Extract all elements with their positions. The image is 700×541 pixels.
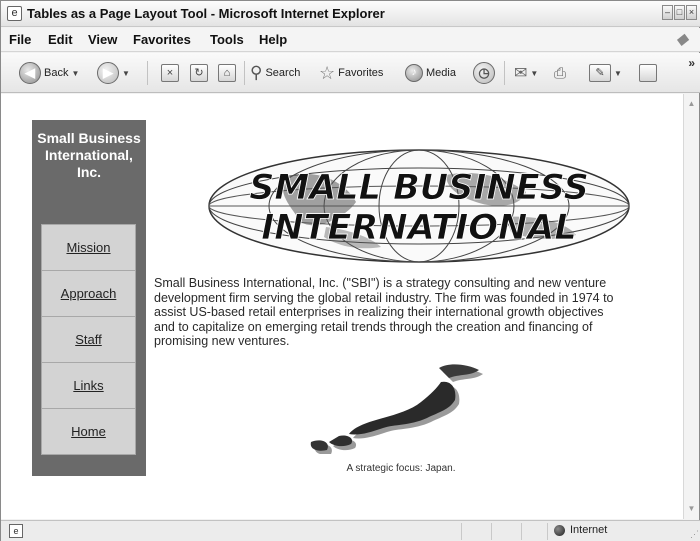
zone-label: Internet [570,524,608,536]
toolbar-separator [147,61,148,85]
discuss-button[interactable] [639,61,657,85]
toolbar-separator [504,61,505,85]
intro-paragraph: Small Business International, Inc. ("SBI… [154,276,614,348]
back-button[interactable]: ◀ Back ▼ [19,61,79,85]
media-button[interactable]: ♪ Media [405,61,456,85]
toolbar-overflow-chevron[interactable]: » [688,56,695,70]
media-icon: ♪ [405,64,423,82]
title-bar: e Tables as a Page Layout Tool - Microso… [1,1,700,27]
status-divider [521,523,522,540]
security-zone: Internet [554,524,607,536]
home-icon: ⌂ [218,64,236,82]
page-content: Small Business International, Inc. Missi… [1,94,685,519]
media-label: Media [426,67,456,79]
standard-toolbar: ◀ Back ▼ ▶ ▼ × ↻ ⌂ ⚲ Search ☆ Favorites … [1,53,700,93]
menu-edit[interactable]: Edit [48,32,73,47]
image-caption: A strategic focus: Japan. [346,463,456,474]
printer-icon: ⎙ [554,64,567,82]
stop-icon: × [161,64,179,82]
search-icon: ⚲ [250,63,263,82]
refresh-button[interactable]: ↻ [190,61,208,85]
scroll-up-icon[interactable]: ▲ [684,96,699,112]
vertical-scrollbar[interactable]: ▲ ▼ [683,94,699,519]
mail-dropdown-icon[interactable]: ▼ [530,69,538,78]
menu-file[interactable]: File [9,32,31,47]
back-arrow-icon: ◀ [19,62,41,84]
browser-window: e Tables as a Page Layout Tool - Microso… [0,0,700,541]
internet-globe-icon [554,524,565,536]
maximize-button[interactable]: □ [674,5,685,20]
edit-icon: ✎ [589,64,611,82]
ie-page-icon: e [7,6,22,21]
menu-view[interactable]: View [88,32,117,47]
logo-line-1: SMALL BUSINESS [249,168,589,208]
japan-map-image [310,364,483,454]
history-button[interactable]: ◷ [473,61,495,85]
window-title: Tables as a Page Layout Tool - Microsoft… [27,6,385,21]
page-status-icon: e [9,524,23,538]
resize-grip-icon[interactable]: ⋰ [690,529,699,540]
favorites-label: Favorites [338,67,384,79]
menu-bar: File Edit View Favorites Tools Help ◆ [1,28,700,52]
status-divider [461,523,462,540]
scroll-down-icon[interactable]: ▼ [684,501,699,517]
status-divider [491,523,492,540]
mail-icon: ✉ [514,65,528,82]
refresh-icon: ↻ [190,64,208,82]
forward-dropdown-icon[interactable]: ▼ [122,69,130,78]
home-button[interactable]: ⌂ [218,61,236,85]
toolbar-separator [244,61,245,85]
windows-logo-icon: ◆ [675,31,689,48]
history-icon: ◷ [473,62,495,84]
sidebar-title: Small Business International, Inc. [37,130,141,180]
back-label: Back [44,67,69,79]
discuss-icon [639,64,657,82]
company-logo: SMALL BUSINESS INTERNATIONAL [208,149,630,263]
menu-favorites[interactable]: Favorites [133,32,191,47]
nav-link-approach[interactable]: Approach [41,271,136,317]
mail-button[interactable]: ✉ ▼ [514,61,538,85]
minimize-button[interactable]: – [662,5,673,20]
edit-dropdown-icon[interactable]: ▼ [614,69,622,78]
nav-link-home[interactable]: Home [41,409,136,455]
edit-button[interactable]: ✎ ▼ [589,61,622,85]
sidebar-nav: Mission Approach Staff Links Home [41,224,136,455]
forward-arrow-icon: ▶ [97,62,119,84]
star-icon: ☆ [319,62,336,83]
nav-link-links[interactable]: Links [41,363,136,409]
status-divider [547,523,548,540]
search-button[interactable]: ⚲ Search [250,61,300,85]
search-label: Search [265,67,301,79]
menu-tools[interactable]: Tools [210,32,244,47]
stop-button[interactable]: × [161,61,179,85]
logo-line-2: INTERNATIONAL [261,208,576,248]
print-button[interactable]: ⎙ [554,61,566,85]
close-button[interactable]: × [686,5,697,20]
menu-help[interactable]: Help [259,32,287,47]
favorites-button[interactable]: ☆ Favorites [319,61,383,85]
nav-link-staff[interactable]: Staff [41,317,136,363]
back-dropdown-icon[interactable]: ▼ [71,69,79,78]
forward-button[interactable]: ▶ ▼ [97,61,130,85]
window-controls: – □ × [662,5,697,20]
nav-link-mission[interactable]: Mission [41,225,136,271]
status-bar: e Internet ⋰ [1,520,700,541]
sidebar: Small Business International, Inc. Missi… [32,120,146,476]
